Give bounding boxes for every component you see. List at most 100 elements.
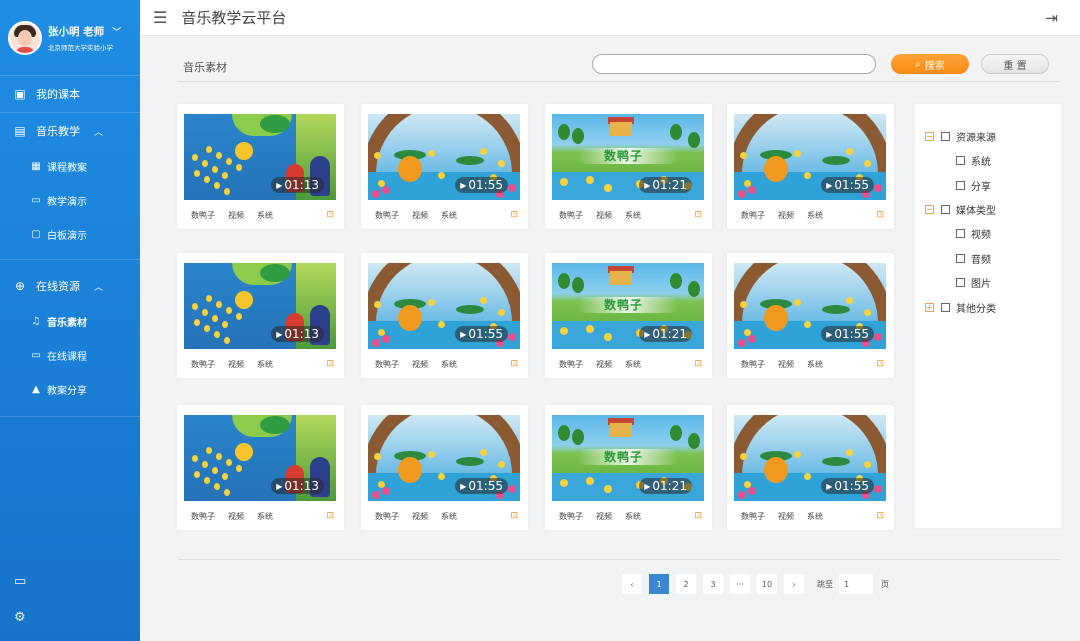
message-icon[interactable]: ▭ bbox=[14, 574, 26, 589]
bookmark-icon[interactable]: ⊡ bbox=[694, 511, 702, 522]
bookmark-icon[interactable]: ⊡ bbox=[876, 359, 884, 370]
nav-music-teaching[interactable]: ▤ 音乐教学 ︿ bbox=[0, 113, 140, 149]
menu-collapse-icon[interactable]: ☰ bbox=[153, 8, 167, 27]
section-title: 音乐素材 bbox=[183, 61, 227, 74]
filter-media-type[interactable]: − 媒体类型 bbox=[925, 202, 996, 217]
search-input[interactable] bbox=[592, 54, 876, 74]
video-thumbnail[interactable]: ▶ 01:13 bbox=[184, 415, 336, 501]
filter-resource-source[interactable]: − 资源来源 bbox=[925, 129, 996, 144]
page-button-2[interactable]: 2 bbox=[676, 574, 696, 594]
filter-other[interactable]: + 其他分类 bbox=[925, 300, 996, 315]
page-number: 2 bbox=[683, 579, 689, 589]
checkbox[interactable] bbox=[956, 278, 965, 287]
chevron-down-icon[interactable]: ﹀ bbox=[112, 25, 121, 38]
page-ellipsis[interactable]: ··· bbox=[730, 574, 750, 594]
play-icon: ▶ bbox=[276, 481, 283, 491]
nav-teaching-demo[interactable]: ▭ 教学演示 bbox=[0, 183, 140, 217]
pagination-divider bbox=[178, 559, 1060, 560]
bookmark-icon[interactable]: ⊡ bbox=[510, 359, 518, 370]
video-thumbnail[interactable]: 数鸭子 ▶ 01:21 bbox=[552, 415, 704, 501]
user-profile[interactable]: 张小明 老师 ﹀ 北京师范大学实验小学 bbox=[0, 0, 140, 76]
nav-music-materials[interactable]: ♫ 音乐素材 bbox=[0, 304, 140, 338]
bookmark-icon[interactable]: ⊡ bbox=[694, 210, 702, 221]
video-thumbnail[interactable]: ▶ 01:55 bbox=[368, 263, 520, 349]
video-thumbnail[interactable]: 数鸭子 ▶ 01:21 bbox=[552, 263, 704, 349]
video-thumbnail[interactable]: ▶ 01:55 bbox=[734, 415, 886, 501]
material-card[interactable]: ▶ 01:13 数鸭子 视频 系统 ⊡ bbox=[177, 405, 344, 530]
card-meta: 数鸭子 视频 系统 ⊡ bbox=[375, 210, 518, 221]
bookmark-icon[interactable]: ⊡ bbox=[326, 210, 334, 221]
material-card[interactable]: ▶ 01:13 数鸭子 视频 系统 ⊡ bbox=[177, 104, 344, 229]
checkbox[interactable] bbox=[956, 229, 965, 238]
material-card[interactable]: ▶ 01:55 数鸭子 视频 系统 ⊡ bbox=[727, 405, 894, 530]
nav-whiteboard-demo[interactable]: ▢ 白板演示 bbox=[0, 217, 140, 251]
search-button[interactable]: ⌕ 搜索 bbox=[891, 54, 969, 74]
filter-option-image[interactable]: 图片 bbox=[956, 275, 991, 290]
video-thumbnail[interactable]: ▶ 01:55 bbox=[734, 114, 886, 200]
filter-option-share[interactable]: 分享 bbox=[956, 178, 991, 193]
duration-badge: ▶ 01:55 bbox=[455, 177, 508, 193]
next-page-button[interactable]: › bbox=[784, 574, 804, 594]
nav-lesson-plan[interactable]: ▦ 课程教案 bbox=[0, 149, 140, 183]
card-title: 数鸭子 bbox=[741, 211, 765, 220]
bookmark-icon[interactable]: ⊡ bbox=[326, 359, 334, 370]
book-icon: ▣ bbox=[14, 87, 26, 101]
video-thumbnail[interactable]: 数鸭子 ▶ 01:21 bbox=[552, 114, 704, 200]
reset-button[interactable]: 重 置 bbox=[981, 54, 1049, 74]
material-card[interactable]: 数鸭子 ▶ 01:21 数鸭子 视频 系统 ⊡ bbox=[545, 104, 712, 229]
nav-my-lessons[interactable]: ▣ 我的课本 bbox=[0, 76, 140, 112]
video-thumbnail[interactable]: ▶ 01:55 bbox=[368, 415, 520, 501]
bookmark-icon[interactable]: ⊡ bbox=[876, 511, 884, 522]
page-button-3[interactable]: 3 bbox=[703, 574, 723, 594]
card-title: 数鸭子 bbox=[191, 211, 215, 220]
material-card[interactable]: ▶ 01:55 数鸭子 视频 系统 ⊡ bbox=[727, 253, 894, 378]
bookmark-icon[interactable]: ⊡ bbox=[876, 210, 884, 221]
play-icon: ▶ bbox=[644, 180, 651, 190]
nav-online-resources[interactable]: ⊕ 在线资源 ︿ bbox=[0, 268, 140, 304]
goto-page-input[interactable]: 1 bbox=[839, 574, 873, 594]
checkbox[interactable] bbox=[941, 303, 950, 312]
checkbox[interactable] bbox=[956, 254, 965, 263]
prev-page-button[interactable]: ‹ bbox=[622, 574, 642, 594]
video-thumbnail[interactable]: ▶ 01:55 bbox=[734, 263, 886, 349]
material-card[interactable]: ▶ 01:55 数鸭子 视频 系统 ⊡ bbox=[727, 104, 894, 229]
checkbox[interactable] bbox=[941, 132, 950, 141]
nav-plan-sharing[interactable]: ▲ 教案分享 bbox=[0, 372, 140, 406]
duration-text: 01:21 bbox=[652, 327, 687, 341]
filter-option-system[interactable]: 系统 bbox=[956, 153, 991, 168]
card-type: 视频 bbox=[596, 512, 612, 521]
video-thumbnail[interactable]: ▶ 01:55 bbox=[368, 114, 520, 200]
card-meta: 数鸭子 视频 系统 ⊡ bbox=[375, 359, 518, 370]
material-card[interactable]: ▶ 01:13 数鸭子 视频 系统 ⊡ bbox=[177, 253, 344, 378]
collapse-icon[interactable]: − bbox=[925, 205, 934, 214]
filter-option-audio[interactable]: 音频 bbox=[956, 251, 991, 266]
expand-icon[interactable]: + bbox=[925, 303, 934, 312]
card-source: 系统 bbox=[257, 211, 273, 220]
bookmark-icon[interactable]: ⊡ bbox=[510, 210, 518, 221]
filter-option-video[interactable]: 视频 bbox=[956, 226, 991, 241]
card-meta: 数鸭子 视频 系统 ⊡ bbox=[559, 210, 702, 221]
material-card[interactable]: ▶ 01:55 数鸭子 视频 系统 ⊡ bbox=[361, 104, 528, 229]
reset-button-label: 重 置 bbox=[1003, 60, 1027, 72]
bookmark-icon[interactable]: ⊡ bbox=[694, 359, 702, 370]
card-meta: 数鸭子 视频 系统 ⊡ bbox=[191, 210, 334, 221]
card-type: 视频 bbox=[228, 512, 244, 521]
checkbox[interactable] bbox=[956, 181, 965, 190]
checkbox[interactable] bbox=[941, 205, 950, 214]
nav-online-courses[interactable]: ▭ 在线课程 bbox=[0, 338, 140, 372]
material-card[interactable]: ▶ 01:55 数鸭子 视频 系统 ⊡ bbox=[361, 253, 528, 378]
material-card[interactable]: 数鸭子 ▶ 01:21 数鸭子 视频 系统 ⊡ bbox=[545, 253, 712, 378]
collapse-icon[interactable]: − bbox=[925, 132, 934, 141]
video-thumbnail[interactable]: ▶ 01:13 bbox=[184, 114, 336, 200]
material-card[interactable]: ▶ 01:55 数鸭子 视频 系统 ⊡ bbox=[361, 405, 528, 530]
checkbox[interactable] bbox=[956, 156, 965, 165]
logout-icon[interactable]: ⇥ bbox=[1045, 9, 1058, 27]
page-button-1[interactable]: 1 bbox=[649, 574, 669, 594]
bookmark-icon[interactable]: ⊡ bbox=[326, 511, 334, 522]
bookmark-icon[interactable]: ⊡ bbox=[510, 511, 518, 522]
material-card[interactable]: 数鸭子 ▶ 01:21 数鸭子 视频 系统 ⊡ bbox=[545, 405, 712, 530]
page-button-10[interactable]: 10 bbox=[757, 574, 777, 594]
settings-icon[interactable]: ⚙ bbox=[14, 610, 26, 625]
duration-text: 01:55 bbox=[468, 178, 503, 192]
video-thumbnail[interactable]: ▶ 01:13 bbox=[184, 263, 336, 349]
